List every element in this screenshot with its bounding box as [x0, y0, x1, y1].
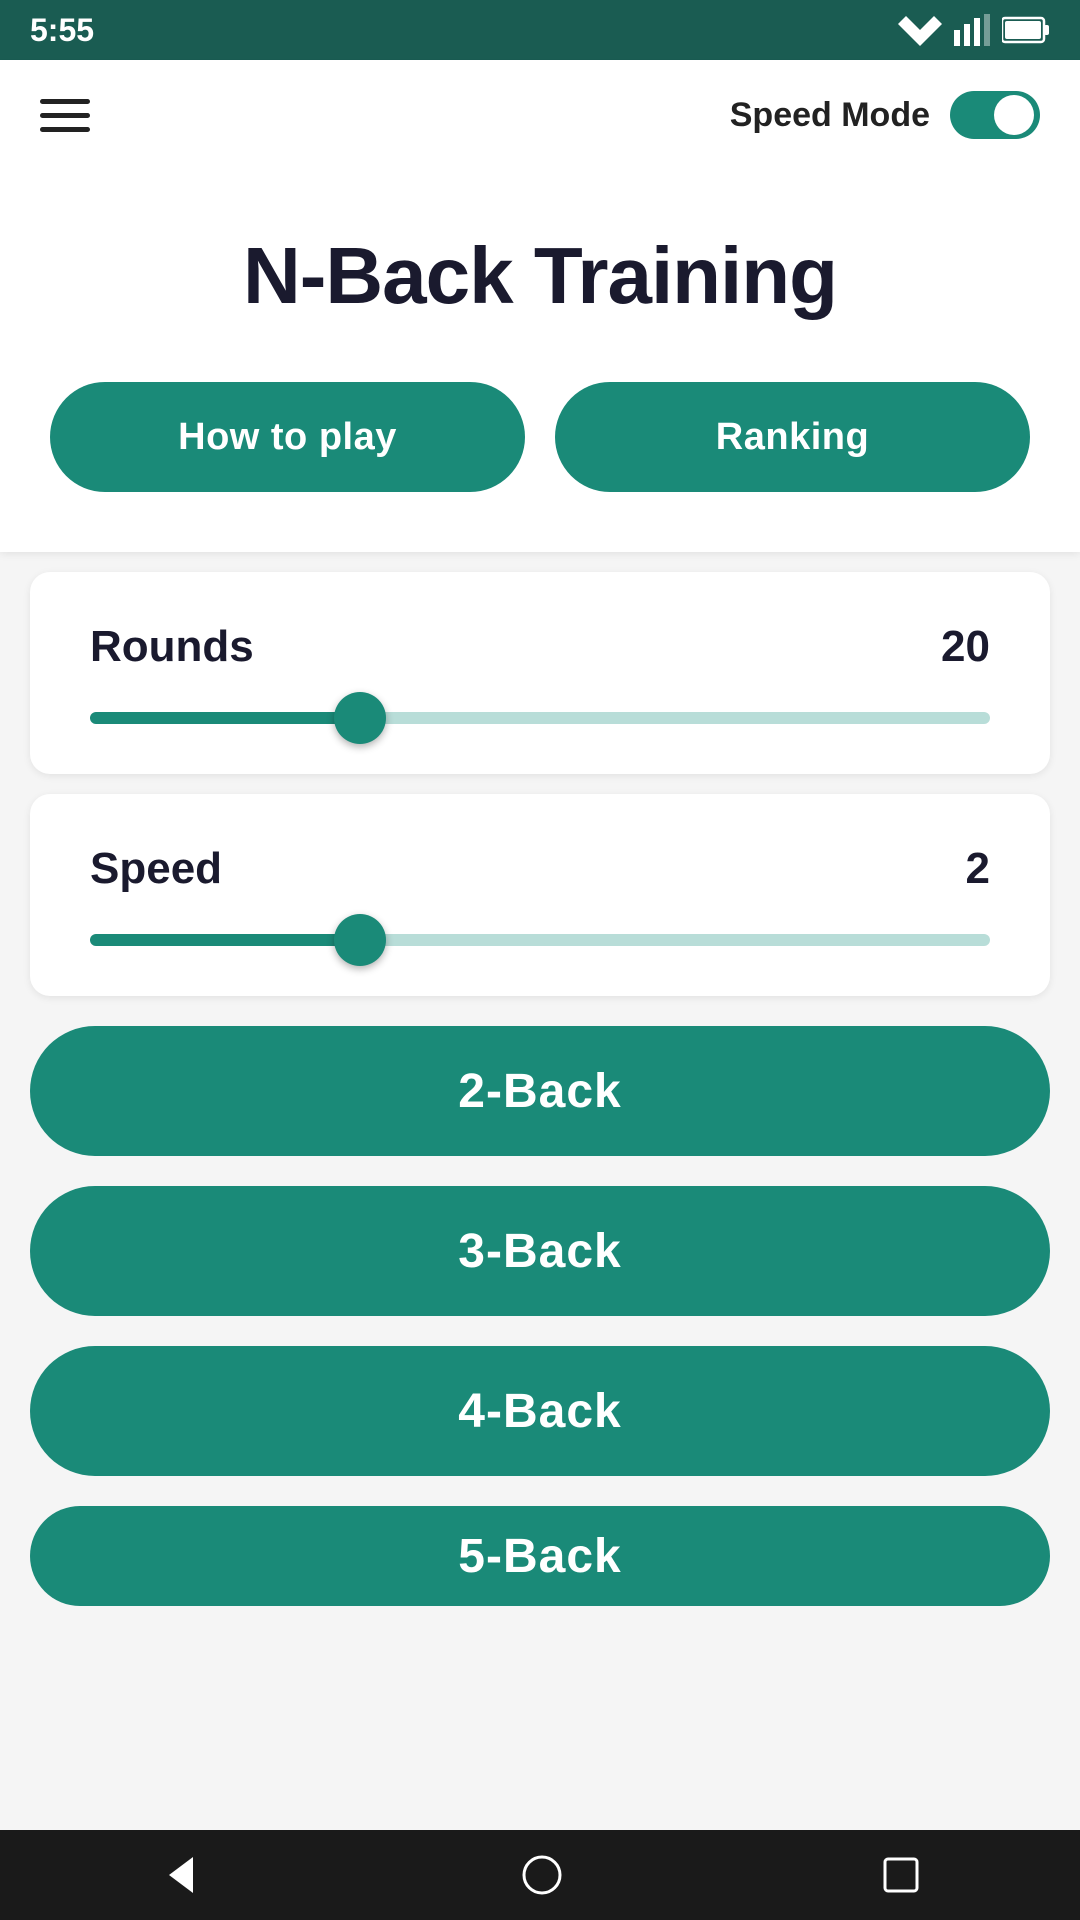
how-to-play-button[interactable]: How to play: [50, 382, 525, 492]
speed-value: 2: [966, 844, 990, 894]
speed-mode-container: Speed Mode: [730, 91, 1040, 139]
rounds-slider-thumb[interactable]: [334, 692, 386, 744]
ranking-button[interactable]: Ranking: [555, 382, 1030, 492]
hamburger-line-1: [40, 99, 90, 104]
rounds-slider-card: Rounds 20: [30, 572, 1050, 774]
menu-button[interactable]: [40, 99, 90, 132]
button-row: How to play Ranking: [50, 382, 1030, 492]
main-content: N-Back Training How to play Ranking Roun…: [0, 170, 1080, 1830]
hamburger-line-3: [40, 127, 90, 132]
3back-button[interactable]: 3-Back: [30, 1186, 1050, 1316]
nav-recents-button[interactable]: [881, 1855, 921, 1895]
app-bar: Speed Mode: [0, 60, 1080, 170]
app-title: N-Back Training: [50, 230, 1030, 322]
speed-label: Speed: [90, 844, 222, 894]
4back-button[interactable]: 4-Back: [30, 1346, 1050, 1476]
rounds-value: 20: [941, 622, 990, 672]
back-icon: [159, 1853, 203, 1897]
rounds-tick-1: [534, 712, 546, 724]
speed-slider-card: Speed 2: [30, 794, 1050, 996]
game-buttons-section: 2-Back 3-Back 4-Back 5-Back: [0, 1016, 1080, 1616]
2back-button[interactable]: 2-Back: [30, 1026, 1050, 1156]
speed-tick-2: [759, 934, 771, 946]
bottom-nav: [0, 1830, 1080, 1920]
status-time: 5:55: [30, 12, 94, 49]
header-card: N-Back Training How to play Ranking: [0, 170, 1080, 552]
nav-back-button[interactable]: [159, 1853, 203, 1897]
signal-icon: [954, 14, 990, 46]
wifi-icon: [898, 14, 942, 46]
battery-icon: [1002, 16, 1050, 44]
recents-icon: [881, 1855, 921, 1895]
speed-slider-track[interactable]: [90, 934, 990, 946]
rounds-label: Rounds: [90, 622, 254, 672]
speed-slider-header: Speed 2: [90, 844, 990, 894]
rounds-slider-track[interactable]: [90, 712, 990, 724]
5back-button[interactable]: 5-Back: [30, 1506, 1050, 1606]
status-bar: 5:55: [0, 0, 1080, 60]
speed-tick-1: [534, 934, 546, 946]
nav-home-button[interactable]: [520, 1853, 564, 1897]
speed-mode-label: Speed Mode: [730, 96, 930, 135]
hamburger-line-2: [40, 113, 90, 118]
speed-slider-thumb[interactable]: [334, 914, 386, 966]
speed-mode-toggle[interactable]: [950, 91, 1040, 139]
rounds-slider-header: Rounds 20: [90, 622, 990, 672]
status-icons: [898, 14, 1050, 46]
home-icon: [520, 1853, 564, 1897]
rounds-tick-2: [759, 712, 771, 724]
